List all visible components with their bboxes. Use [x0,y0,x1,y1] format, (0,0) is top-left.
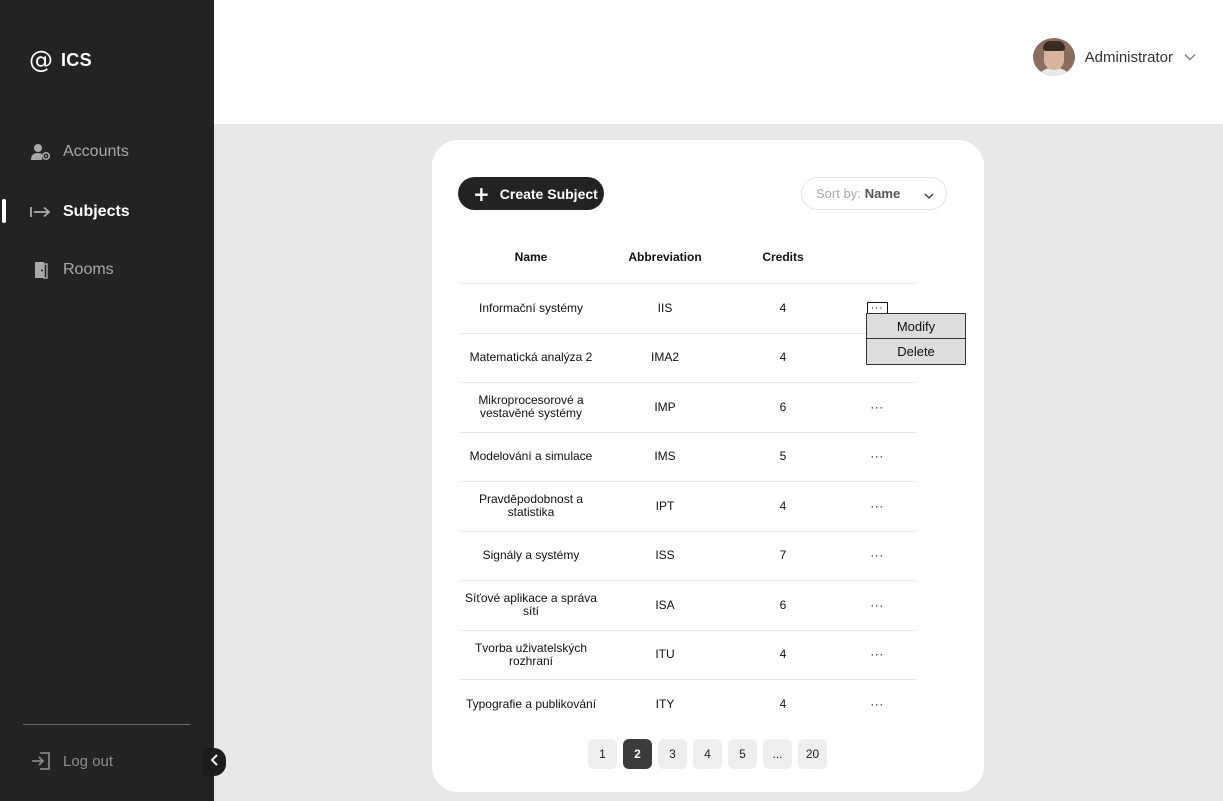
table-row: Modelování a simulace IMS 5 ··· [459,433,917,482]
page-ellipsis: ... [763,739,792,769]
more-options-button[interactable]: ··· [849,482,905,531]
cell-abbreviation: IIS [657,300,673,315]
page-button[interactable]: 5 [728,739,757,769]
cell-credits: 6 [779,597,787,612]
create-subject-label: Create Subject [499,185,598,202]
more-options-button[interactable]: ··· [849,631,905,680]
more-options-button[interactable]: ··· [849,383,905,432]
app-logo-text: ICS [61,49,92,70]
app-logo: @ ICS [29,48,92,72]
more-options-button[interactable]: ··· [849,532,905,581]
page-button-current[interactable]: 2 [623,739,652,769]
chevron-left-icon [210,753,220,771]
plus-icon: + [473,181,490,206]
create-subject-button[interactable]: + Create Subject [458,177,604,210]
active-indicator [2,199,6,223]
cell-credits: 5 [779,449,787,464]
user-gear-icon [30,141,52,163]
row-context-menu: Modify Delete [866,313,966,365]
column-header-credits[interactable]: Credits [725,250,841,264]
page-button[interactable]: 4 [693,739,722,769]
cell-credits: 6 [779,399,787,414]
delete-menu-item[interactable]: Delete [867,339,965,364]
sidebar-item-rooms[interactable]: Rooms [0,255,214,285]
door-icon [30,259,52,281]
sidebar-item-label: Rooms [63,261,114,278]
collapse-sidebar-button[interactable] [203,748,226,776]
table-header: Name Abbreviation Credits [459,240,917,284]
more-options-button[interactable]: ··· [849,680,905,730]
table-row: Síťové aplikace a správa sítí ISA 6 ··· [459,581,917,631]
cell-abbreviation: IMP [654,399,676,414]
user-menu[interactable]: Administrator [1032,38,1197,76]
table-row: Signály a systémy ISS 7 ··· [459,532,917,581]
cell-credits: 4 [779,350,787,365]
sidebar-item-accounts[interactable]: Accounts [0,137,214,167]
table-row: Matematická analýza 2 IMA2 4 [459,334,917,383]
cell-credits: 4 [779,498,787,513]
chevron-down-icon [924,188,934,203]
logout-icon [30,750,52,772]
table-row: Informační systémy IIS 4 ··· [459,284,917,334]
cell-name: Tvorba uživatelských rozhraní [474,640,588,668]
sidebar-divider [23,724,190,725]
sidebar-item-subjects[interactable]: Subjects [0,197,214,227]
page-button[interactable]: 3 [658,739,687,769]
table-row: Typografie a publikování ITY 4 ··· [459,680,917,730]
pagination: 1 2 3 4 5 ... 20 [588,739,827,769]
cell-name: Typografie a publikování [465,697,597,712]
arrow-right-bar-icon [30,201,52,223]
top-header: Administrator [214,0,1223,124]
sidebar-item-label: Accounts [63,143,129,160]
logout-label: Log out [63,752,114,770]
column-header-abbreviation[interactable]: Abbreviation [605,250,725,264]
cell-name: Síťové aplikace a správa sítí [465,591,597,619]
cell-credits: 7 [779,548,787,563]
at-sign-icon: @ [29,46,53,74]
cell-credits: 4 [779,300,787,315]
cell-abbreviation: IPT [655,498,675,513]
cell-name: Mikroprocesorové a vestavěné systémy [478,393,584,421]
cell-name: Modelování a simulace [469,449,593,464]
cell-abbreviation: IMS [654,449,676,464]
table-row: Pravděpodobnost a statistika IPT 4 ··· [459,482,917,532]
cell-abbreviation: ITU [655,647,675,662]
user-name: Administrator [1084,48,1173,66]
cell-name: Pravděpodobnost a statistika [478,492,584,520]
cell-abbreviation: ISS [655,548,675,563]
cell-abbreviation: IMA2 [650,350,679,365]
table-body: Informační systémy IIS 4 ··· Matematická… [459,284,917,730]
more-options-button[interactable]: ··· [849,581,905,630]
chevron-down-icon [1183,50,1197,64]
cell-credits: 4 [779,697,787,712]
subjects-card: + Create Subject Sort by: Name Name Abbr… [432,140,984,792]
table-row: Tvorba uživatelských rozhraní ITU 4 ··· [459,631,917,680]
cell-abbreviation: ISA [655,597,675,612]
column-header-name[interactable]: Name [459,250,603,264]
cell-credits: 4 [779,647,787,662]
sort-dropdown[interactable]: Sort by: Name [801,177,947,210]
page-button[interactable]: 1 [588,739,617,769]
avatar [1032,38,1075,76]
logout-button[interactable]: Log out [0,746,214,776]
cell-abbreviation: ITY [655,697,675,712]
more-options-button[interactable]: ··· [849,433,905,482]
table-row: Mikroprocesorové a vestavěné systémy IMP… [459,383,917,433]
page-button[interactable]: 20 [798,739,827,769]
sidebar-item-label: Subjects [63,203,130,220]
modify-menu-item[interactable]: Modify [867,314,965,339]
sort-value: Name [864,186,901,201]
sidebar: @ ICS Accounts Subjects Rooms Log out [0,0,214,801]
cell-name: Signály a systémy [482,548,580,563]
cell-name: Informační systémy [478,300,584,315]
sort-prefix: Sort by: [816,186,861,201]
cell-name: Matematická analýza 2 [469,350,593,365]
